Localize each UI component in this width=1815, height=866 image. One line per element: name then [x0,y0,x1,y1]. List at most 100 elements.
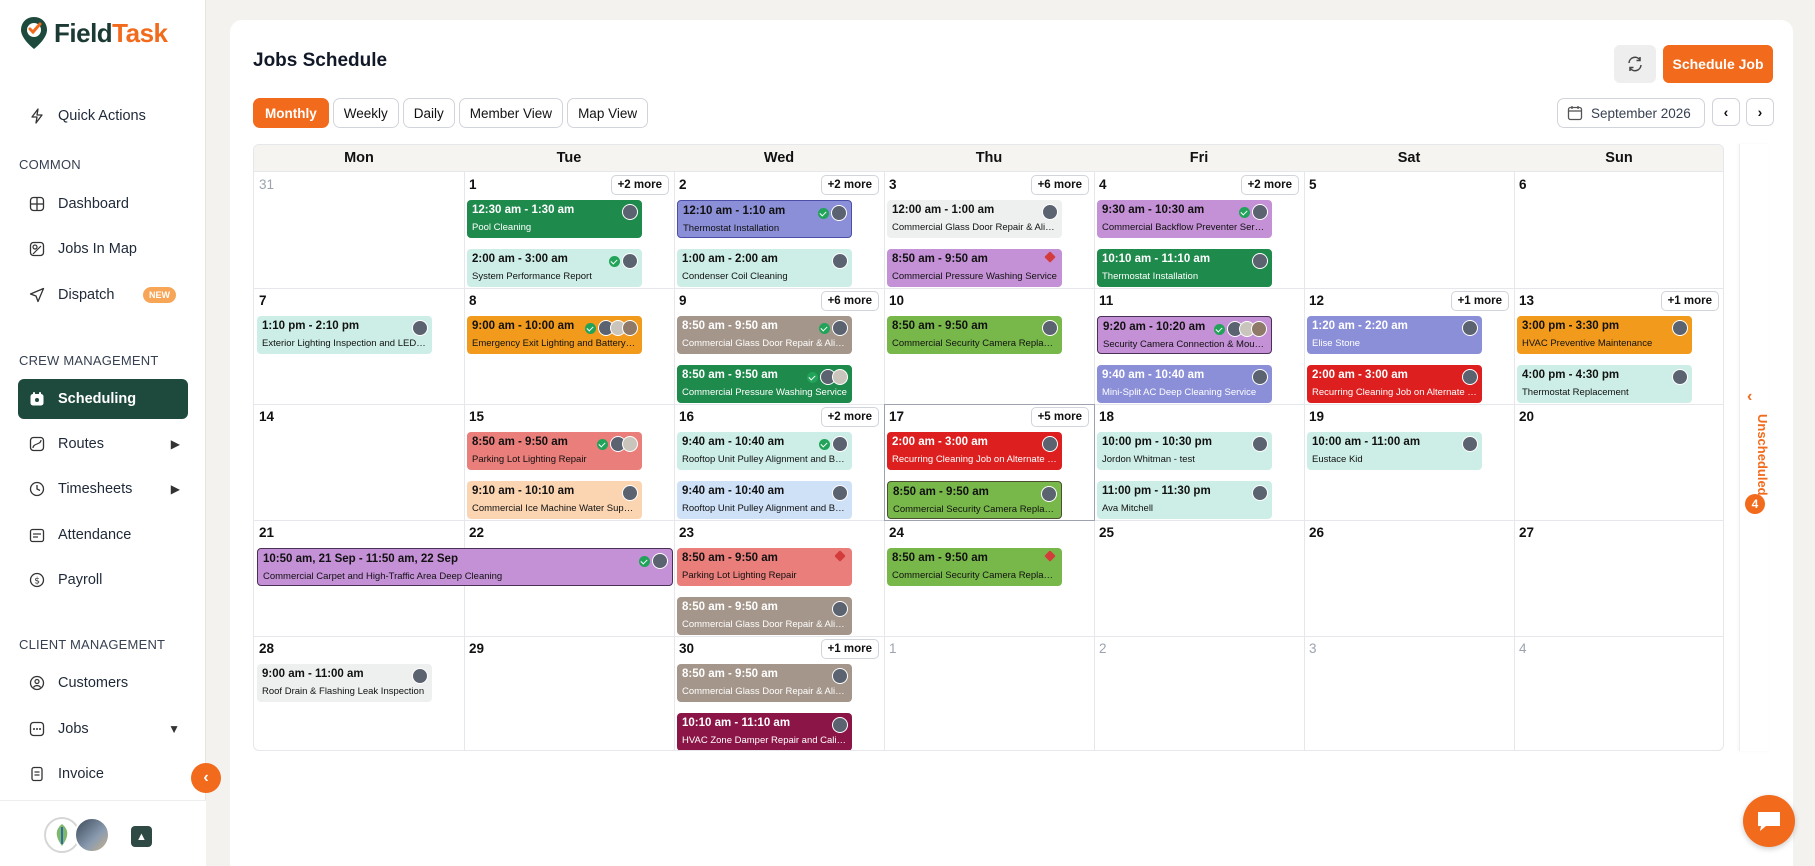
assignee-avatar[interactable] [1041,486,1057,502]
assignee-avatar[interactable] [1251,321,1267,337]
tab-map-view[interactable]: Map View [567,98,649,128]
calendar-day-cell[interactable]: 24 8:50 am - 9:50 am Commercial Security C… [884,520,1095,637]
calendar-day-cell[interactable]: 18 10:00 pm - 10:30 pm Jordon Whitman - te… [1094,404,1305,521]
sidebar-item-attendance[interactable]: Attendance [18,515,188,555]
assignee-avatar[interactable] [1462,436,1478,452]
job-event[interactable]: 1:20 am - 2:20 am Elise Stone [1307,316,1482,354]
job-event[interactable]: 8:50 am - 9:50 am Commercial Pressure Was… [677,365,852,403]
assignee-avatar[interactable] [1462,320,1478,336]
user-avatar[interactable] [74,817,110,853]
calendar-day-cell[interactable]: 25 [1094,520,1305,637]
job-event[interactable]: 1:00 am - 2:00 am Condenser Coil Cleaning [677,249,852,287]
assignee-avatar[interactable] [1252,436,1268,452]
sidebar-item-jobs[interactable]: Jobs ▼ [18,709,188,749]
job-event[interactable]: 8:50 am - 9:50 am Parking Lot Lighting Re… [677,548,852,586]
calendar-day-cell[interactable]: 13 +1 more 3:00 pm - 3:30 pm HVAC Preventiv… [1514,288,1723,405]
calendar-day-cell[interactable]: 7 1:10 pm - 2:10 pm Exterior Lighting Insp… [254,288,465,405]
assignee-avatar[interactable] [1252,253,1268,269]
sidebar-item-jobs-in-map[interactable]: Jobs In Map [18,229,188,269]
job-event[interactable]: 10:10 am - 11:10 am HVAC Zone Damper Repa… [677,713,852,750]
calendar-day-cell[interactable]: 3 +6 more 12:00 am - 1:00 am Commercial Gla… [884,172,1095,289]
calendar-day-cell[interactable]: 1 [884,636,1095,750]
more-events-button[interactable]: +2 more [820,175,879,195]
more-events-button[interactable]: +6 more [1030,175,1089,195]
assignee-avatar[interactable] [1672,369,1688,385]
assignee-avatar[interactable] [832,436,848,452]
assignee-avatar[interactable] [832,717,848,733]
assignee-avatar[interactable] [1042,204,1058,220]
calendar-day-cell[interactable]: 10 8:50 am - 9:50 am Commercial Security C… [884,288,1095,405]
assignee-avatar[interactable] [622,253,638,269]
job-event[interactable]: 4:00 pm - 4:30 pm Thermostat Replacement [1517,365,1692,403]
job-event[interactable]: 9:40 am - 10:40 am Mini-Split AC Deep Cle… [1097,365,1272,403]
assignee-avatar[interactable] [412,320,428,336]
schedule-job-button[interactable]: Schedule Job [1663,45,1773,83]
calendar-day-cell[interactable]: 17 +5 more 2:00 am - 3:00 am Recurring Clea… [884,404,1095,521]
more-events-button[interactable]: +1 more [1660,291,1719,311]
job-event[interactable]: 10:00 am - 11:00 am Eustace Kid [1307,432,1482,470]
job-event[interactable]: 2:00 am - 3:00 am System Performance Repo… [467,249,642,287]
calendar-day-cell[interactable]: 2 +2 more 12:10 am - 1:10 am Thermostat Ins… [674,172,885,289]
assignee-avatar[interactable] [1252,204,1268,220]
calendar-day-cell[interactable]: 31 [254,172,465,289]
sidebar-item-scheduling[interactable]: Scheduling [18,379,188,419]
job-event[interactable]: 9:10 am - 10:10 am Commercial Ice Machine… [467,481,642,519]
app-logo[interactable]: FieldTask [20,16,168,50]
job-event[interactable]: 9:00 am - 10:00 am Emergency Exit Lightin… [467,316,642,354]
job-event[interactable]: 8:50 am - 9:50 am Commercial Glass Door R… [677,664,852,702]
job-event[interactable]: 12:30 am - 1:30 am Pool Cleaning [467,200,642,238]
job-event[interactable]: 8:50 am - 9:50 am Commercial Glass Door R… [677,597,852,635]
more-events-button[interactable]: +1 more [820,639,879,659]
job-event[interactable]: 11:00 pm - 11:30 pm Ava Mitchell [1097,481,1272,519]
calendar-day-cell[interactable]: 1 +2 more 12:30 am - 1:30 am Pool Cleaning 2… [464,172,675,289]
assignee-avatar[interactable] [412,668,428,684]
calendar-day-cell[interactable]: 8 9:00 am - 10:00 am Emergency Exit Lighti… [464,288,675,405]
more-events-button[interactable]: +2 more [610,175,669,195]
calendar-day-cell[interactable]: 9 +6 more 8:50 am - 9:50 am Commercial Glas… [674,288,885,405]
job-event[interactable]: 9:00 am - 11:00 am Roof Drain & Flashing … [257,664,432,702]
job-event[interactable]: 8:50 am - 9:50 am Commercial Security Cam… [887,481,1062,519]
calendar-day-cell[interactable]: 4 +2 more 9:30 am - 10:30 am Commercial Bac… [1094,172,1305,289]
assignee-avatar[interactable] [832,369,848,385]
unscheduled-panel[interactable]: ‹ Unscheduled 4 [1739,144,1770,751]
assignee-avatar[interactable] [622,320,638,336]
next-month-button[interactable]: › [1746,98,1774,126]
assignee-avatar[interactable] [831,205,847,221]
tab-weekly[interactable]: Weekly [332,98,399,128]
job-event[interactable]: 1:10 pm - 2:10 pm Exterior Lighting Inspe… [257,316,432,354]
assignee-avatar[interactable] [1252,369,1268,385]
job-event[interactable]: 10:50 am, 21 Sep - 11:50 am, 22 Sep Comme… [257,548,673,586]
sidebar-item-routes[interactable]: Routes ▶ [18,424,188,464]
assignee-avatar[interactable] [622,485,638,501]
more-events-button[interactable]: +2 more [1240,175,1299,195]
calendar-day-cell[interactable]: 19 10:00 am - 11:00 am Eustace Kid [1304,404,1515,521]
sidebar-item-timesheets[interactable]: Timesheets ▶ [18,469,188,509]
job-event[interactable]: 8:50 am - 9:50 am Commercial Security Cam… [887,548,1062,586]
sidebar-item-dashboard[interactable]: Dashboard [18,184,188,224]
calendar-day-cell[interactable]: 4 [1514,636,1723,750]
tab-monthly[interactable]: Monthly [253,98,329,128]
job-event[interactable]: 10:10 am - 11:10 am Thermostat Installati… [1097,249,1272,287]
sidebar-item-invoice[interactable]: Invoice [18,754,188,794]
assignee-avatar[interactable] [832,601,848,617]
assignee-avatar[interactable] [622,204,638,220]
chat-button[interactable] [1743,795,1795,847]
chevron-up-icon[interactable]: ▲ [131,826,152,847]
calendar-day-cell[interactable]: 14 [254,404,465,521]
calendar-day-cell[interactable]: 28 9:00 am - 11:00 am Roof Drain & Flashin… [254,636,465,750]
job-event[interactable]: 9:40 am - 10:40 am Rooftop Unit Pulley Al… [677,432,852,470]
job-event[interactable]: 8:50 am - 9:50 am Commercial Pressure Was… [887,249,1062,287]
job-event[interactable]: 12:00 am - 1:00 am Commercial Glass Door … [887,200,1062,238]
job-event[interactable]: 9:20 am - 10:20 am Security Camera Connec… [1097,316,1272,354]
prev-month-button[interactable]: ‹ [1712,98,1740,126]
sidebar-item-dispatch[interactable]: Dispatch NEW [18,275,188,315]
calendar-day-cell[interactable]: 11 9:20 am - 10:20 am Security Camera Conn… [1094,288,1305,405]
calendar-day-cell[interactable]: 27 [1514,520,1723,637]
calendar-day-cell[interactable]: 20 [1514,404,1723,521]
job-event[interactable]: 2:00 am - 3:00 am Recurring Cleaning Job … [887,432,1062,470]
job-event[interactable]: 8:50 am - 9:50 am Commercial Security Cam… [887,316,1062,354]
assignee-avatar[interactable] [832,485,848,501]
assignee-avatar[interactable] [1462,369,1478,385]
calendar-day-cell[interactable]: 23 8:50 am - 9:50 am Parking Lot Lighting … [674,520,885,637]
job-event[interactable]: 3:00 pm - 3:30 pm HVAC Preventive Mainten… [1517,316,1692,354]
